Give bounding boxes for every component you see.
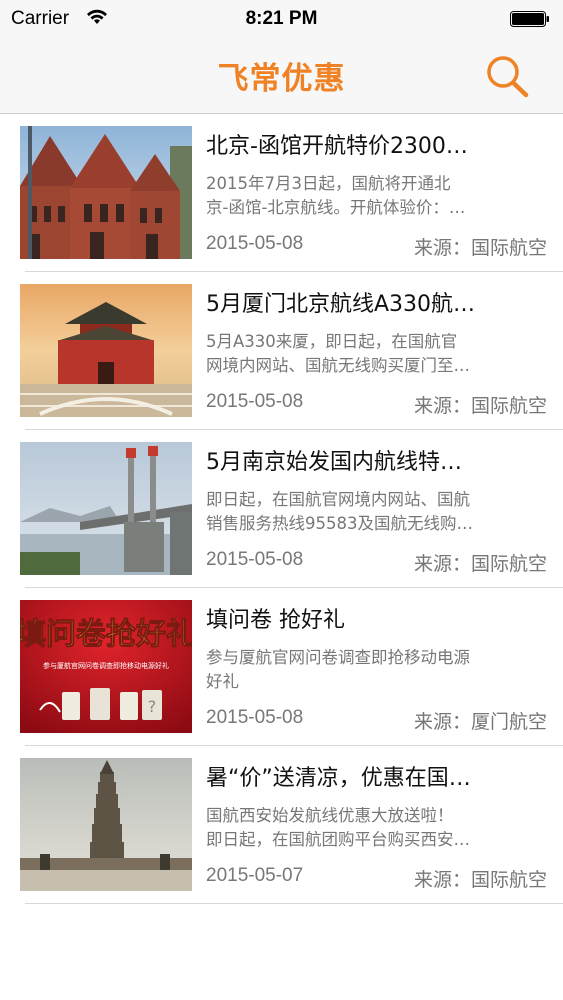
summary-line: 参与厦航官网问卷调查即抢移动电源	[206, 648, 470, 667]
item-date: 2015-05-08	[206, 707, 304, 728]
page-title: 飞常优惠	[217, 61, 346, 97]
item-summary: 2015年7月3日起，国航将开通北 京-函馆-北京航线。开航体验价：…	[206, 172, 546, 220]
item-summary: 5月A330来厦，即日起，在国航官 网境内网站、国航无线购买厦门至…	[206, 330, 546, 378]
svg-text:?: ?	[148, 697, 157, 716]
item-date: 2015-05-07	[206, 865, 304, 886]
item-title: 填问卷 抢好礼	[206, 608, 345, 633]
item-summary: 国航西安始发航线优惠大放送啦！ 即日起，在国航团购平台购买西安…	[206, 804, 546, 852]
item-summary: 即日起，在国航官网境内网站、国航 销售服务热线95583及国航无线购…	[206, 488, 546, 536]
summary-line: 2015年7月3日起，国航将开通北	[206, 174, 451, 193]
item-title: 北京-函馆开航特价2300…	[206, 134, 468, 159]
summary-line: 京-函馆-北京航线。开航体验价：…	[206, 198, 466, 217]
list-item[interactable]: 填问卷抢好礼 参与厦航官网问卷调查即抢移动电源好礼 ? 填问卷 抢好礼 参与厦航…	[0, 588, 563, 746]
banner-text: 填问卷抢好礼	[20, 617, 192, 652]
summary-line: 5月A330来厦，即日起，在国航官	[206, 332, 458, 351]
status-bar: Carrier 8:21 PM	[0, 0, 563, 40]
row-separator	[25, 903, 563, 904]
item-title: 5月厦门北京航线A330航…	[206, 292, 476, 317]
item-source: 来源：厦门航空	[413, 711, 547, 733]
list-item[interactable]: 暑“价”送清凉，优惠在国… 国航西安始发航线优惠大放送啦！ 即日起，在国航团购平…	[0, 746, 563, 904]
item-title: 暑“价”送清凉，优惠在国…	[206, 766, 471, 791]
item-thumbnail	[20, 442, 192, 575]
item-source: 来源：国际航空	[413, 553, 547, 575]
battery-icon	[510, 11, 549, 27]
summary-line: 销售服务热线95583及国航无线购…	[206, 514, 473, 533]
item-source: 来源：国际航空	[413, 237, 547, 259]
nav-bar: 飞常优惠	[0, 40, 563, 114]
summary-line: 即日起，在国航团购平台购买西安…	[206, 830, 470, 849]
summary-line: 即日起，在国航官网境内网站、国航	[206, 490, 470, 509]
clock: 8:21 PM	[245, 8, 318, 29]
search-button[interactable]	[484, 54, 532, 100]
item-source: 来源：国际航空	[413, 869, 547, 891]
item-thumbnail: 填问卷抢好礼 参与厦航官网问卷调查即抢移动电源好礼 ?	[20, 600, 192, 733]
item-thumbnail	[20, 126, 192, 259]
search-icon	[487, 56, 529, 98]
item-thumbnail	[20, 284, 192, 417]
list-item[interactable]: 5月厦门北京航线A330航… 5月A330来厦，即日起，在国航官 网境内网站、国…	[0, 272, 563, 430]
summary-line: 网境内网站、国航无线购买厦门至…	[206, 356, 470, 375]
item-date: 2015-05-08	[206, 391, 304, 412]
summary-line: 好礼	[206, 672, 239, 691]
list-item[interactable]: 北京-函馆开航特价2300… 2015年7月3日起，国航将开通北 京-函馆-北京…	[0, 114, 563, 272]
item-date: 2015-05-08	[206, 549, 304, 570]
item-source: 来源：国际航空	[413, 395, 547, 417]
summary-line: 国航西安始发航线优惠大放送啦！	[206, 806, 454, 825]
item-thumbnail	[20, 758, 192, 891]
item-date: 2015-05-08	[206, 233, 304, 254]
banner-subtext: 参与厦航官网问卷调查即抢移动电源好礼	[43, 661, 169, 670]
item-title: 5月南京始发国内航线特…	[206, 450, 462, 475]
list-item[interactable]: 5月南京始发国内航线特… 即日起，在国航官网境内网站、国航 销售服务热线9558…	[0, 430, 563, 588]
item-summary: 参与厦航官网问卷调查即抢移动电源 好礼	[206, 646, 546, 694]
